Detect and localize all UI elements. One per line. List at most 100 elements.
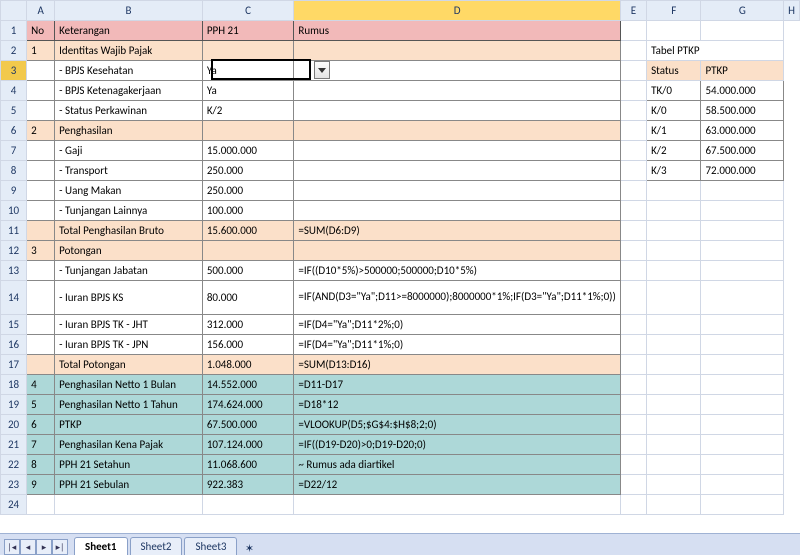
sec3-title[interactable]: Potongan xyxy=(55,241,203,261)
tab-nav-prev-icon[interactable]: ◂ xyxy=(20,539,36,555)
cell-F23[interactable] xyxy=(620,475,646,495)
ptkp-hdr-ptkp[interactable]: PTKP xyxy=(701,61,784,81)
cell-G23[interactable] xyxy=(647,475,701,495)
sum19-label[interactable]: Penghasilan Netto 1 Tahun xyxy=(55,395,203,415)
cell-B13[interactable] xyxy=(27,261,55,281)
sum23-val[interactable]: 922.383 xyxy=(202,475,294,495)
sum22-label[interactable]: PPH 21 Setahun xyxy=(55,455,203,475)
cell-B15[interactable] xyxy=(27,315,55,335)
cell-B17[interactable] xyxy=(27,355,55,375)
col-header-B[interactable]: B xyxy=(55,1,203,21)
row-header-24[interactable]: 24 xyxy=(1,495,27,515)
sum20-label[interactable]: PTKP xyxy=(55,415,203,435)
cell-B3[interactable] xyxy=(27,61,55,81)
cell-G16[interactable] xyxy=(647,335,701,355)
cell-D24[interactable] xyxy=(202,495,294,515)
cell-D12[interactable] xyxy=(202,241,294,261)
cell-F18[interactable] xyxy=(620,375,646,395)
cell-G12[interactable] xyxy=(647,241,701,261)
sum20-val[interactable]: 67.500.000 xyxy=(202,415,294,435)
value-transport[interactable]: 250.000 xyxy=(202,161,294,181)
cell-D2[interactable] xyxy=(202,41,294,61)
row-header-15[interactable]: 15 xyxy=(1,315,27,335)
cell-F6[interactable] xyxy=(620,121,646,141)
row-header-6[interactable]: 6 xyxy=(1,121,27,141)
value-tunj-jabatan[interactable]: 500.000 xyxy=(202,261,294,281)
cell-H14[interactable] xyxy=(701,281,784,315)
sum18-formula[interactable]: =D11-D17 xyxy=(294,375,620,395)
sum21-no[interactable]: 7 xyxy=(27,435,55,455)
sheet-tab-3[interactable]: Sheet3 xyxy=(184,537,237,555)
cell-F15[interactable] xyxy=(620,315,646,335)
row-header-19[interactable]: 19 xyxy=(1,395,27,415)
ptkp-row0-status[interactable]: TK/0 xyxy=(647,81,701,101)
sec3-no[interactable]: 3 xyxy=(27,241,55,261)
tab-nav-last-icon[interactable]: ▸| xyxy=(52,539,68,555)
sec2-no[interactable]: 2 xyxy=(27,121,55,141)
cell-G24[interactable] xyxy=(647,495,701,515)
cell-E5[interactable] xyxy=(294,101,620,121)
cell-E10[interactable] xyxy=(294,201,620,221)
cell-G11[interactable] xyxy=(647,221,701,241)
col-header-C[interactable]: C xyxy=(202,1,294,21)
label-uang-makan[interactable]: - Uang Makan xyxy=(55,181,203,201)
cell-H23[interactable] xyxy=(701,475,784,495)
cell-B8[interactable] xyxy=(27,161,55,181)
value-bpjs-ketenagakerjaan[interactable]: Ya xyxy=(202,81,294,101)
ptkp-row2-val[interactable]: 63.000.000 xyxy=(701,121,784,141)
col-header-A[interactable]: A xyxy=(27,1,55,21)
row-header-23[interactable]: 23 xyxy=(1,475,27,495)
row-header-17[interactable]: 17 xyxy=(1,355,27,375)
label-iuran-bpjs-ks[interactable]: - Iuran BPJS KS xyxy=(55,281,203,315)
value-gaji[interactable]: 15.000.000 xyxy=(202,141,294,161)
ptkp-title[interactable]: Tabel PTKP xyxy=(647,41,784,61)
data-validation-dropdown-button[interactable] xyxy=(314,61,330,79)
row-header-9[interactable]: 9 xyxy=(1,181,27,201)
sum21-val[interactable]: 107.124.000 xyxy=(202,435,294,455)
ptkp-row1-val[interactable]: 58.500.000 xyxy=(701,101,784,121)
row-header-13[interactable]: 13 xyxy=(1,261,27,281)
cell-H17[interactable] xyxy=(701,355,784,375)
value-iuran-bpjs-ks[interactable]: 80.000 xyxy=(202,281,294,315)
formula-iuran-bpjs-ks[interactable]: =IF(AND(D3="Ya";D11>=8000000);8000000*1%… xyxy=(294,281,620,315)
cell-F24[interactable] xyxy=(620,495,646,515)
hdr-keterangan[interactable]: Keterangan xyxy=(55,21,203,41)
cell-B16[interactable] xyxy=(27,335,55,355)
value-tunjangan-lain[interactable]: 100.000 xyxy=(202,201,294,221)
ptkp-row0-val[interactable]: 54.000.000 xyxy=(701,81,784,101)
row-header-4[interactable]: 4 xyxy=(1,81,27,101)
sum20-no[interactable]: 6 xyxy=(27,415,55,435)
formula-iuran-jpn[interactable]: =IF(D4="Ya";D11*1%;0) xyxy=(294,335,620,355)
sum19-no[interactable]: 5 xyxy=(27,395,55,415)
cell-H16[interactable] xyxy=(701,335,784,355)
cell-G15[interactable] xyxy=(647,315,701,335)
cell-F14[interactable] xyxy=(620,281,646,315)
formula-tunj-jabatan[interactable]: =IF((D10*5%)>500000;500000;D10*5%) xyxy=(294,261,620,281)
label-tunj-jabatan[interactable]: - Tunjangan Jabatan xyxy=(55,261,203,281)
cell-E12[interactable] xyxy=(294,241,620,261)
cell-D6[interactable] xyxy=(202,121,294,141)
cell-B5[interactable] xyxy=(27,101,55,121)
cell-F12[interactable] xyxy=(620,241,646,261)
cell-F7[interactable] xyxy=(620,141,646,161)
cell-C24[interactable] xyxy=(55,495,203,515)
sum20-formula[interactable]: =VLOOKUP(D5;$G$4:$H$8;2;0) xyxy=(294,415,620,435)
sum19-formula[interactable]: =D18*12 xyxy=(294,395,620,415)
value-uang-makan[interactable]: 250.000 xyxy=(202,181,294,201)
cell-G20[interactable] xyxy=(647,415,701,435)
worksheet-grid[interactable]: A B C D E F G H 1 No Keterangan PPH 21 R… xyxy=(0,0,800,515)
row-header-14[interactable]: 14 xyxy=(1,281,27,315)
sum22-val[interactable]: 11.068.600 xyxy=(202,455,294,475)
cell-F1[interactable] xyxy=(620,21,646,41)
label-tunjangan-lain[interactable]: - Tunjangan Lainnya xyxy=(55,201,203,221)
cell-G18[interactable] xyxy=(647,375,701,395)
cell-E24[interactable] xyxy=(294,495,620,515)
label-bpjs-kesehatan[interactable]: - BPJS Kesehatan xyxy=(55,61,203,81)
ptkp-row2-status[interactable]: K/1 xyxy=(647,121,701,141)
hdr-no[interactable]: No xyxy=(27,21,55,41)
sec1-no[interactable]: 1 xyxy=(27,41,55,61)
cell-H20[interactable] xyxy=(701,415,784,435)
sum22-no[interactable]: 8 xyxy=(27,455,55,475)
formula-total-potongan[interactable]: =SUM(D13:D16) xyxy=(294,355,620,375)
cell-F19[interactable] xyxy=(620,395,646,415)
